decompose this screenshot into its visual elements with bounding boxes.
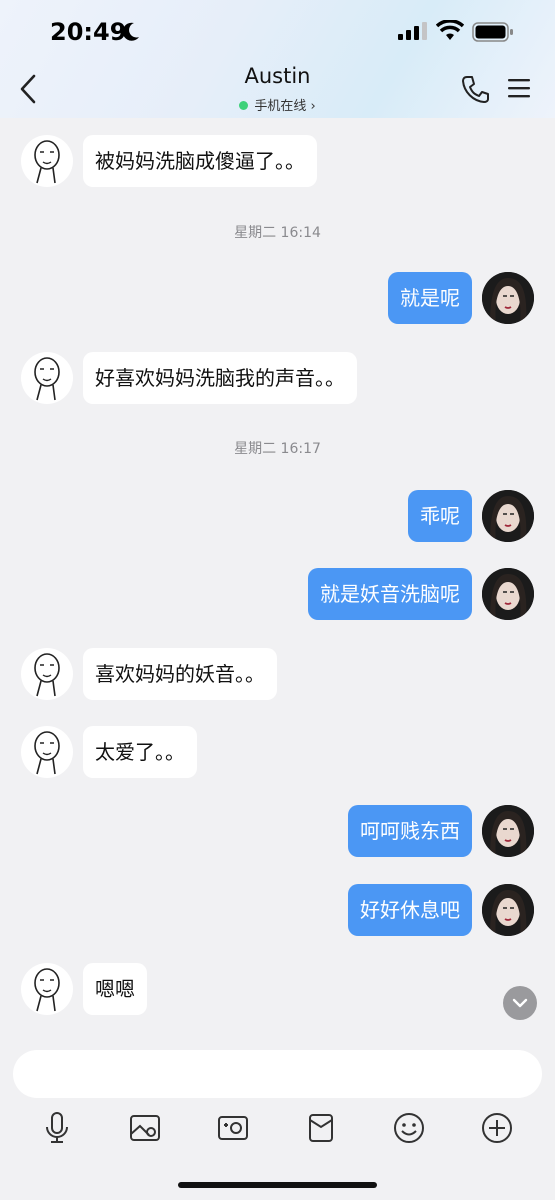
message-bubble-sent[interactable]: 乖呢 — [408, 490, 472, 542]
battery-icon — [472, 22, 513, 42]
message-timestamp: 星期二 16:14 — [234, 225, 321, 241]
home-indicator — [178, 1182, 377, 1188]
emoji-icon[interactable] — [391, 1110, 427, 1146]
contact-avatar[interactable] — [21, 648, 73, 700]
self-avatar[interactable] — [482, 805, 534, 857]
image-icon[interactable] — [127, 1110, 163, 1146]
chevron-right-icon: › — [310, 99, 316, 114]
status-bar: 20:49 — [0, 0, 555, 60]
scroll-to-bottom-button[interactable] — [503, 986, 537, 1020]
contact-avatar[interactable] — [21, 726, 73, 778]
self-avatar[interactable] — [482, 272, 534, 324]
message-bubble-sent[interactable]: 呵呵贱东西 — [348, 805, 472, 857]
self-avatar[interactable] — [482, 490, 534, 542]
message-bubble-received[interactable]: 好喜欢妈妈洗脑我的声音。。 — [83, 352, 357, 404]
message-input[interactable] — [13, 1050, 542, 1098]
message-bubble-sent[interactable]: 就是妖音洗脑呢 — [308, 568, 472, 620]
message-bubble-received[interactable]: 太爱了。。 — [83, 726, 197, 778]
online-status-text: 手机在线 — [254, 99, 307, 114]
contact-avatar[interactable] — [21, 963, 73, 1015]
message-bubble-received[interactable]: 被妈妈洗脑成傻逼了。。 — [83, 135, 317, 187]
wifi-icon — [436, 20, 464, 40]
moon-icon — [122, 22, 139, 41]
message-bubble-received[interactable]: 喜欢妈妈的妖音。。 — [83, 648, 277, 700]
contact-avatar[interactable] — [21, 135, 73, 187]
chevron-down-icon — [512, 998, 528, 1008]
red-packet-icon[interactable] — [303, 1110, 339, 1146]
message-bubble-received[interactable]: 嗯嗯 — [83, 963, 147, 1015]
message-bubble-sent[interactable]: 好好休息吧 — [348, 884, 472, 936]
status-time: 20:49 — [50, 18, 127, 46]
phone-icon[interactable] — [460, 74, 490, 104]
self-avatar[interactable] — [482, 884, 534, 936]
camera-icon[interactable] — [215, 1110, 251, 1146]
menu-icon[interactable] — [506, 76, 532, 100]
self-avatar[interactable] — [482, 568, 534, 620]
contact-avatar[interactable] — [21, 352, 73, 404]
microphone-icon[interactable] — [39, 1110, 75, 1146]
online-dot — [239, 101, 249, 110]
message-bubble-sent[interactable]: 就是呢 — [388, 272, 472, 324]
signal-icon — [398, 22, 427, 40]
plus-icon[interactable] — [479, 1110, 515, 1146]
message-timestamp: 星期二 16:17 — [234, 441, 321, 457]
